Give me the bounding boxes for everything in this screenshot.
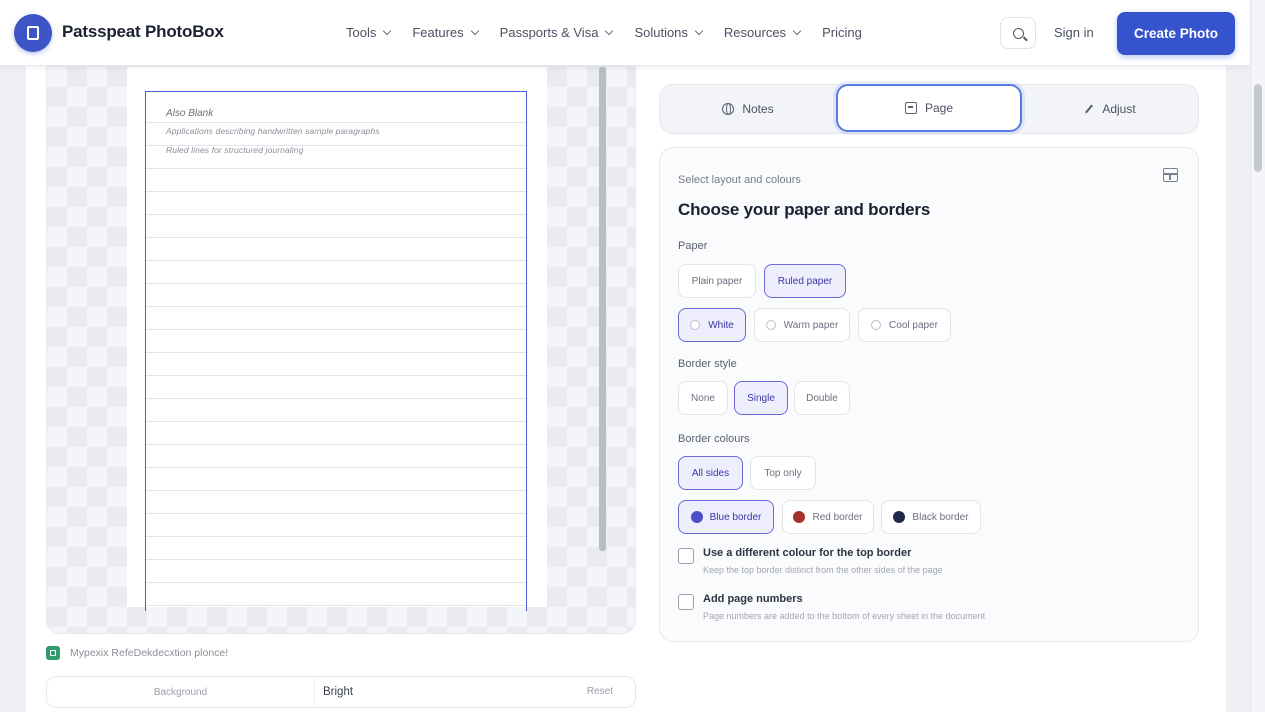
black-border-option[interactable]: Black border: [881, 500, 981, 534]
border-style-label: Border style: [678, 358, 737, 370]
pen-icon: [1085, 104, 1094, 114]
nav-item-passports[interactable]: Passports & Visa: [499, 25, 614, 40]
blue-swatch-icon: [690, 511, 703, 523]
chevron-down-icon: [383, 26, 392, 36]
ruled-paper-option[interactable]: Ruled paper: [764, 264, 846, 298]
checkbox-help: Page numbers are added to the bottom of …: [703, 611, 986, 621]
checkbox-label: Add page numbers: [703, 593, 803, 605]
option-label: Warm paper: [783, 319, 839, 331]
border-single-option[interactable]: Single: [734, 381, 788, 415]
preview-note: Mypexix RefeDekdecxtion plonce!: [46, 646, 228, 660]
border-double-option[interactable]: Double: [794, 381, 850, 415]
main-nav: Tools Features Passports & Visa Solution…: [346, 25, 884, 40]
radio-icon: [690, 320, 701, 330]
checkbox-text: Use a different colour for the top borde…: [703, 547, 943, 575]
border-none-option[interactable]: None: [678, 381, 728, 415]
tab-page[interactable]: Page: [836, 84, 1022, 132]
brand-name[interactable]: Patsspeat PhotoBox: [62, 22, 224, 42]
tab-adjust[interactable]: Adjust: [1022, 85, 1198, 133]
note-text: Mypexix RefeDekdecxtion plonce!: [70, 647, 229, 659]
nav-item-solutions[interactable]: Solutions: [634, 25, 704, 40]
editor-tabs: Notes Page Adjust: [659, 84, 1199, 134]
plain-paper-option[interactable]: Plain paper: [678, 264, 756, 298]
search-icon: [1012, 27, 1024, 39]
tab-notes[interactable]: Notes: [660, 85, 836, 133]
create-photo-button[interactable]: Create Photo: [1117, 12, 1235, 55]
cool-paper-option[interactable]: Cool paper: [858, 308, 951, 342]
page-numbers-checkbox[interactable]: [678, 594, 694, 610]
preview-scrollbar[interactable]: [599, 67, 606, 551]
red-border-option[interactable]: Red border: [782, 500, 874, 534]
warm-paper-option[interactable]: Warm paper: [754, 308, 850, 342]
nav-label: Pricing: [822, 25, 862, 40]
nav-label: Passports & Visa: [499, 25, 599, 40]
nav-item-pricing[interactable]: Pricing: [822, 25, 862, 40]
tab-label: Adjust: [1102, 102, 1136, 116]
paper-sheet: Also Blank Applications describing handw…: [127, 67, 547, 611]
nav-item-tools[interactable]: Tools: [346, 25, 392, 40]
white-tone-option[interactable]: White: [678, 308, 746, 342]
paper-title: Also Blank: [166, 108, 214, 119]
option-label: Black border: [912, 511, 969, 523]
search-button[interactable]: [1000, 17, 1036, 49]
top-navigation: Patsspeat PhotoBox Tools Features Passpo…: [0, 0, 1250, 66]
reset-button[interactable]: Reset: [587, 686, 613, 697]
option-label: Cool paper: [889, 319, 938, 331]
nav-label: Solutions: [634, 25, 688, 40]
page-scrollbar-thumb[interactable]: [1254, 84, 1262, 172]
nav-label: Features: [412, 25, 464, 40]
checkbox-label: Use a different colour for the top borde…: [703, 547, 912, 559]
black-swatch-icon: [893, 511, 906, 523]
radio-icon: [765, 320, 776, 330]
paper-text-line: Applications describing handwritten samp…: [166, 126, 380, 136]
card-title: Choose your paper and borders: [678, 200, 931, 219]
option-label: White: [708, 319, 734, 331]
radio-icon: [871, 320, 882, 330]
checkbox-text: Add page numbers Page numbers are added …: [703, 593, 985, 621]
option-label: Red border: [812, 511, 863, 523]
different-top-colour-row[interactable]: Use a different colour for the top borde…: [678, 547, 943, 575]
top-only-option[interactable]: Top only: [750, 456, 816, 490]
red-swatch-icon: [793, 511, 806, 523]
page-settings-card: Select layout and colours Choose your pa…: [659, 147, 1199, 642]
layout-icon[interactable]: [1163, 168, 1178, 182]
nav-item-features[interactable]: Features: [412, 25, 479, 40]
chevron-down-icon: [470, 26, 479, 36]
blue-border-option[interactable]: Blue border: [678, 500, 774, 534]
all-sides-option[interactable]: All sides: [678, 456, 743, 490]
border-colour-label: Border colours: [678, 433, 750, 445]
different-top-colour-checkbox[interactable]: [678, 548, 694, 564]
option-label: Blue border: [709, 511, 762, 523]
chevron-down-icon: [694, 26, 704, 36]
chevron-down-icon: [792, 26, 802, 36]
nav-label: Resources: [723, 25, 787, 40]
paper-text-line: Ruled lines for structured journaling: [166, 145, 304, 155]
page-numbers-row[interactable]: Add page numbers Page numbers are added …: [678, 593, 985, 621]
chevron-down-icon: [605, 26, 614, 36]
logo-icon[interactable]: [14, 14, 52, 52]
checkbox-help: Keep the top border distinct from the ot…: [703, 565, 943, 575]
nav-item-resources[interactable]: Resources: [723, 25, 802, 40]
sign-in-link[interactable]: Sign in: [1054, 25, 1094, 40]
tab-label: Notes: [742, 102, 774, 116]
paper-border-frame: Also Blank Applications describing handw…: [145, 91, 527, 611]
globe-icon: [722, 103, 735, 115]
page-icon: [904, 102, 917, 114]
paper-section-label: Paper: [678, 240, 708, 252]
tab-label: Page: [924, 101, 954, 115]
brightness-label[interactable]: Bright: [323, 686, 353, 698]
preview-toolbar: Background Bright Reset: [46, 676, 636, 708]
background-button[interactable]: Background: [47, 677, 315, 707]
info-icon: [46, 646, 60, 660]
nav-label: Tools: [346, 25, 377, 40]
preview-canvas: Also Blank Applications describing handw…: [46, 66, 636, 634]
card-kicker: Select layout and colours: [678, 174, 801, 186]
